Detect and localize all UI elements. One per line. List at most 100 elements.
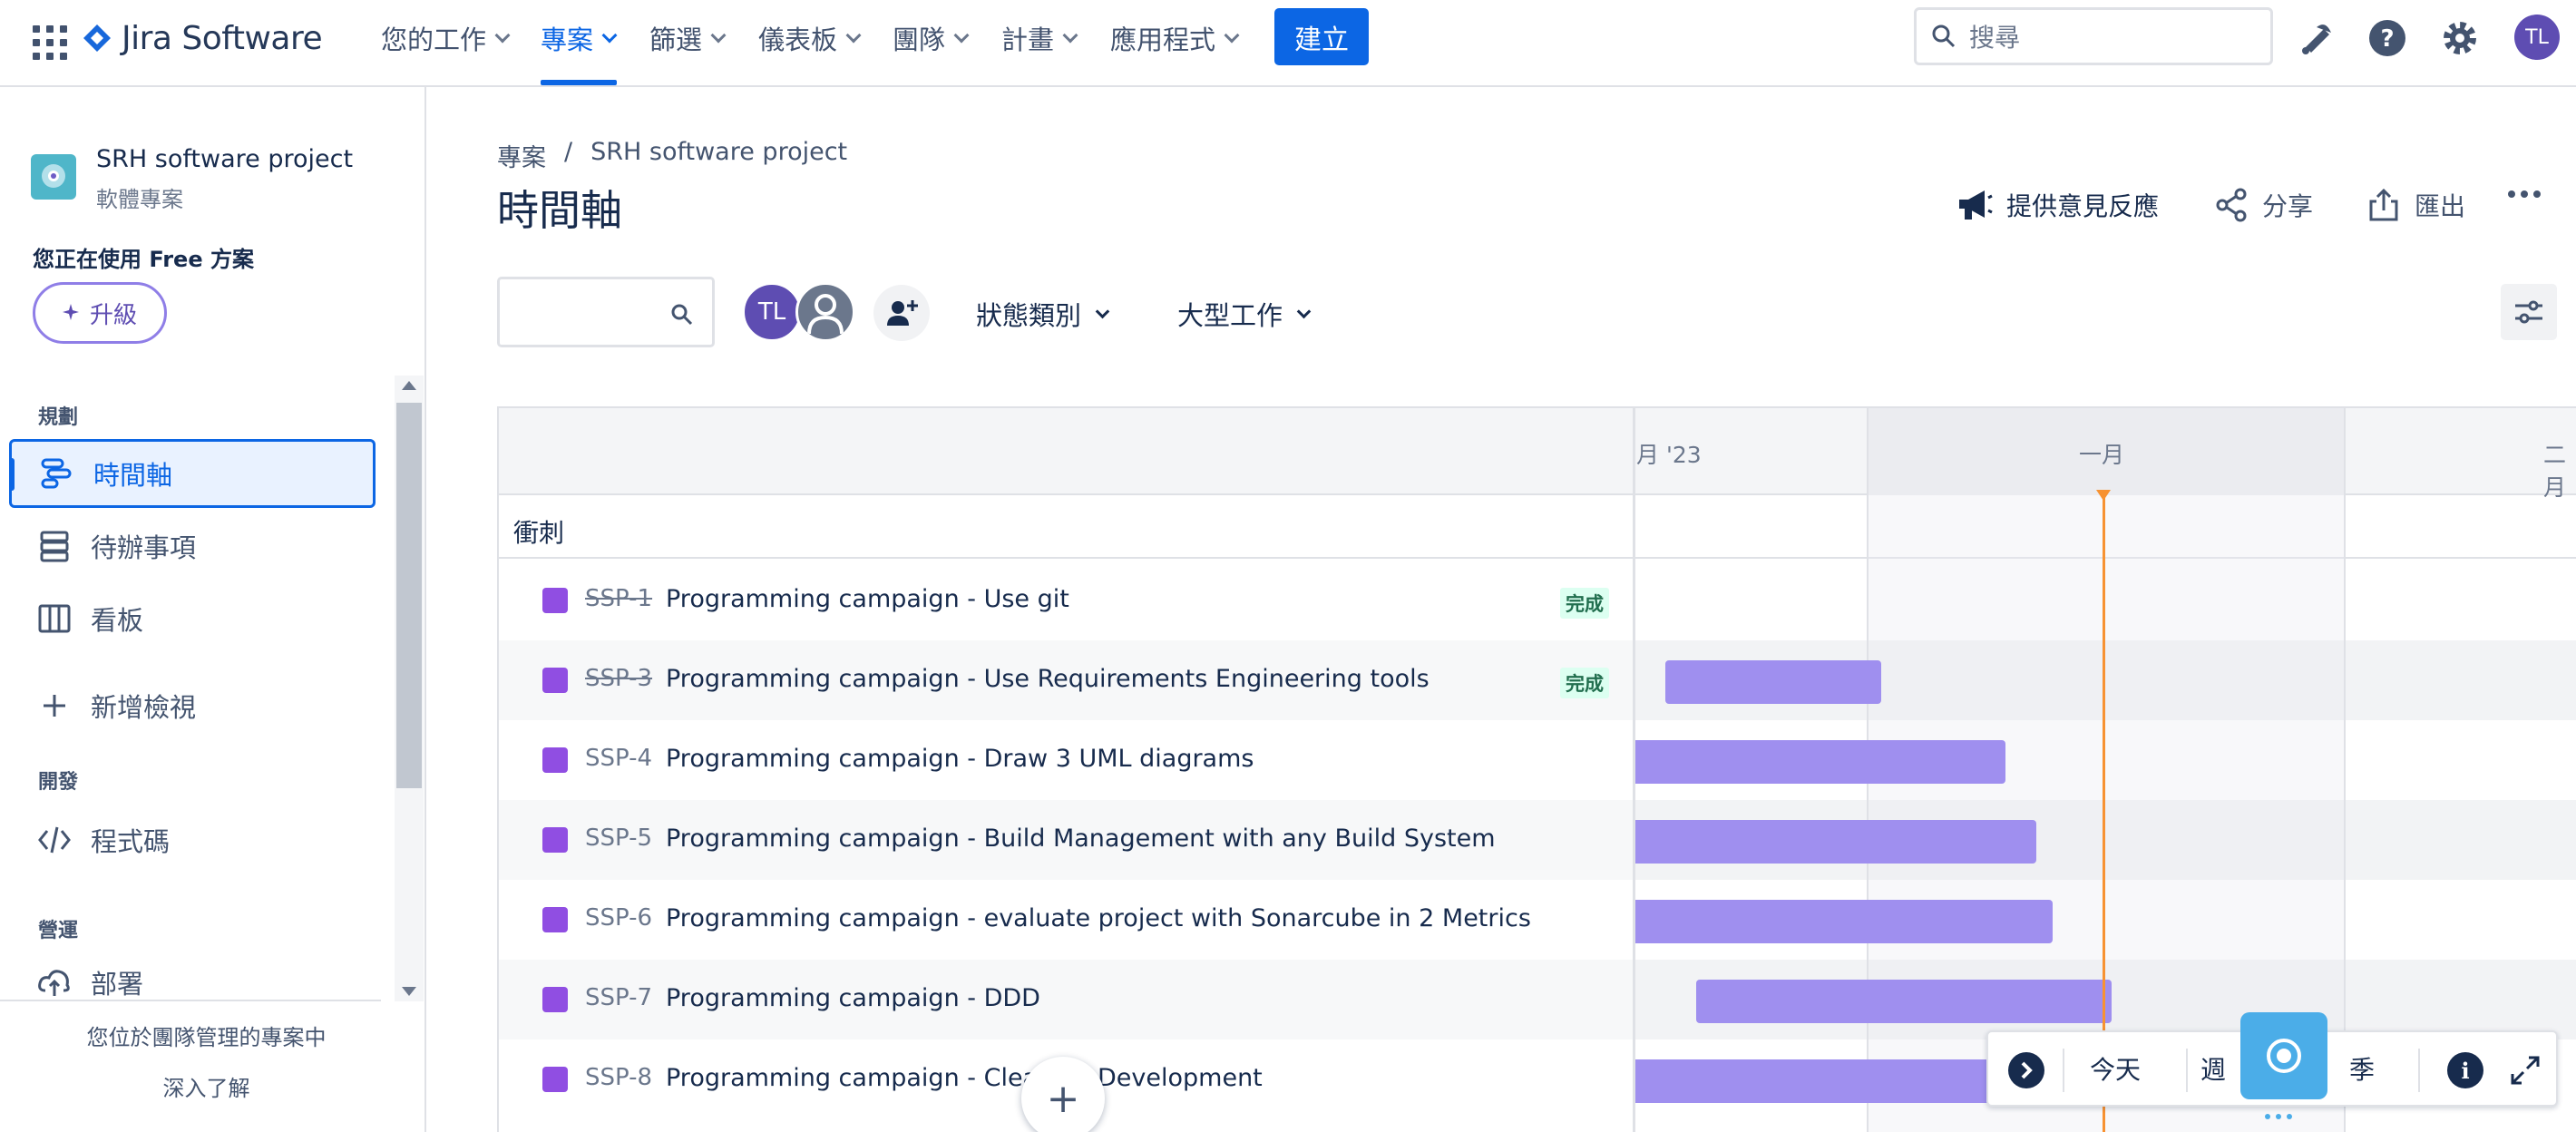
story-icon bbox=[542, 1067, 568, 1092]
sidebar-scrollbar[interactable] bbox=[395, 376, 424, 1001]
product-name: Jira Software bbox=[122, 19, 323, 57]
unassigned-avatar-icon[interactable] bbox=[795, 282, 855, 342]
top-navigation: Jira Software 您的工作 專案 篩選 儀表板 團隊 計畫 應用程式 … bbox=[0, 0, 2576, 87]
schedule-bar-ssp-6[interactable] bbox=[1635, 900, 2053, 943]
nav-filters[interactable]: 篩選 bbox=[649, 18, 727, 58]
nav-label: 計畫 bbox=[1001, 24, 1055, 55]
issue-summary[interactable]: Programming campaign - Build Management … bbox=[666, 825, 1496, 853]
weeks-button[interactable]: 週 bbox=[2200, 1050, 2226, 1087]
nav-apps[interactable]: 應用程式 bbox=[1110, 18, 1240, 58]
epic-label: 大型工作 bbox=[1177, 300, 1283, 331]
story-icon bbox=[542, 588, 568, 613]
issue-summary[interactable]: Programming campaign - evaluate project … bbox=[666, 904, 1531, 932]
issue-key[interactable]: SSP-6 bbox=[585, 904, 652, 932]
quarters-button[interactable]: 季 bbox=[2349, 1050, 2375, 1087]
months-button-active[interactable] bbox=[2240, 1012, 2327, 1099]
sidebar-item-deployments[interactable]: 部署 bbox=[9, 951, 376, 1001]
give-feedback-button[interactable]: 提供意見反應 bbox=[1956, 185, 2159, 225]
sidebar-item-add-view[interactable]: 新增檢視 bbox=[9, 671, 376, 740]
info-icon[interactable]: i bbox=[2447, 1052, 2483, 1088]
app-switcher-icon[interactable] bbox=[27, 20, 67, 60]
share-label: 分享 bbox=[2262, 191, 2314, 221]
scroll-up-arrow-icon[interactable] bbox=[402, 381, 416, 390]
issue-key[interactable]: SSP-7 bbox=[585, 984, 652, 1011]
issue-key[interactable]: SSP-3 bbox=[585, 665, 652, 692]
user-avatar[interactable]: TL bbox=[2514, 15, 2560, 60]
schedule-bar-ssp-7[interactable] bbox=[1696, 980, 2112, 1023]
global-search-input[interactable]: 搜尋 bbox=[1914, 7, 2273, 65]
issue-key[interactable]: SSP-4 bbox=[585, 745, 652, 772]
chevron-down-icon bbox=[953, 27, 970, 44]
help-icon[interactable]: ? bbox=[2366, 16, 2409, 60]
scroll-down-arrow-icon[interactable] bbox=[402, 987, 416, 996]
chevron-right-icon[interactable] bbox=[2008, 1052, 2044, 1088]
nav-label: 團隊 bbox=[893, 24, 946, 55]
sprint-label: 衝刺 bbox=[513, 518, 565, 548]
add-issue-button[interactable]: + bbox=[1021, 1057, 1105, 1132]
issue-key[interactable]: SSP-5 bbox=[585, 825, 652, 852]
issue-summary[interactable]: Programming campaign - Use Requirements … bbox=[666, 665, 1429, 693]
feedback-label: 提供意見反應 bbox=[2006, 191, 2160, 221]
issue-summary[interactable]: Programming campaign - Draw 3 UML diagra… bbox=[666, 745, 1254, 773]
settings-gear-icon[interactable] bbox=[2438, 16, 2482, 60]
today-button[interactable]: 今天 bbox=[2090, 1050, 2141, 1087]
nav-projects[interactable]: 專案 bbox=[541, 18, 618, 58]
chevron-down-icon bbox=[1296, 304, 1312, 318]
expand-icon[interactable] bbox=[2507, 1052, 2543, 1088]
issue-summary[interactable]: Programming campaign - DDD bbox=[666, 984, 1040, 1012]
schedule-bar-ssp-8[interactable] bbox=[1635, 1059, 1998, 1103]
sidebar-item-timeline[interactable]: 時間軸 bbox=[9, 439, 376, 508]
sidebar-item-label: 看板 bbox=[91, 605, 144, 636]
breadcrumb-project[interactable]: SRH software project bbox=[590, 138, 847, 173]
status-category-dropdown[interactable]: 狀態類別 bbox=[976, 292, 1110, 336]
more-actions-icon[interactable] bbox=[2508, 190, 2541, 198]
nav-plans[interactable]: 計畫 bbox=[1001, 18, 1078, 58]
nav-dashboards[interactable]: 儀表板 bbox=[758, 18, 862, 58]
drag-handle-icon[interactable] bbox=[2265, 1114, 2292, 1119]
sidebar-item-board[interactable]: 看板 bbox=[9, 584, 376, 653]
story-icon bbox=[542, 668, 568, 693]
sidebar-item-backlog[interactable]: 待辦事項 bbox=[9, 512, 376, 581]
nav-teams[interactable]: 團隊 bbox=[893, 18, 970, 58]
board-icon bbox=[38, 604, 71, 633]
scrollbar-thumb[interactable] bbox=[396, 403, 422, 788]
nav-your-work[interactable]: 您的工作 bbox=[381, 18, 511, 58]
notifications-bell-icon[interactable] bbox=[2293, 16, 2337, 60]
issue-summary[interactable]: Programming campaign - Clean bbox=[666, 1064, 1053, 1092]
share-button[interactable]: 分享 bbox=[2213, 185, 2313, 225]
chevron-down-icon bbox=[845, 27, 862, 44]
export-icon bbox=[2369, 188, 2398, 221]
month-divider bbox=[2344, 408, 2346, 1132]
project-name[interactable]: SRH software project bbox=[96, 145, 353, 173]
search-icon bbox=[671, 304, 693, 326]
create-button[interactable]: 建立 bbox=[1274, 8, 1369, 65]
issue-key[interactable]: SSP-1 bbox=[585, 585, 652, 612]
upgrade-button[interactable]: 升級 bbox=[33, 282, 167, 344]
project-sidebar: SRH software project 軟體專案 您正在使用 Free 方案 … bbox=[0, 87, 426, 1132]
add-people-button[interactable] bbox=[873, 285, 930, 341]
divider bbox=[2063, 1049, 2064, 1092]
schedule-bar-ssp-5[interactable] bbox=[1635, 820, 2036, 864]
schedule-bar-ssp-3[interactable] bbox=[1665, 660, 1881, 704]
export-button[interactable]: 匯出 bbox=[2366, 185, 2465, 225]
timeline-search-input[interactable] bbox=[497, 277, 715, 347]
svg-text:?: ? bbox=[2380, 25, 2394, 53]
plan-notice: 您正在使用 Free 方案 bbox=[33, 247, 254, 272]
jira-logo[interactable]: Jira Software bbox=[82, 18, 323, 58]
issue-summary[interactable]: Programming campaign - Use git bbox=[666, 585, 1069, 613]
month-label-dec: 月 '23 bbox=[1636, 442, 1702, 468]
view-settings-button[interactable] bbox=[2501, 284, 2557, 340]
sidebar-item-code[interactable]: 程式碼 bbox=[9, 805, 376, 874]
learn-more-link[interactable]: 深入了解 bbox=[0, 1070, 413, 1102]
chevron-down-icon bbox=[494, 27, 511, 44]
schedule-bar-ssp-4[interactable] bbox=[1635, 740, 2005, 784]
breadcrumb-separator: / bbox=[564, 138, 573, 166]
chevron-down-icon bbox=[1224, 27, 1240, 44]
breadcrumb-projects[interactable]: 專案 bbox=[497, 138, 546, 173]
issue-key[interactable]: SSP-8 bbox=[585, 1064, 652, 1091]
project-avatar-icon[interactable] bbox=[31, 154, 76, 200]
epic-dropdown[interactable]: 大型工作 bbox=[1177, 292, 1312, 336]
issue-summary-tail[interactable]: Development bbox=[1098, 1064, 1263, 1092]
sidebar-item-label: 時間軸 bbox=[93, 460, 173, 491]
assignee-filter-avatar[interactable]: TL bbox=[742, 282, 802, 342]
